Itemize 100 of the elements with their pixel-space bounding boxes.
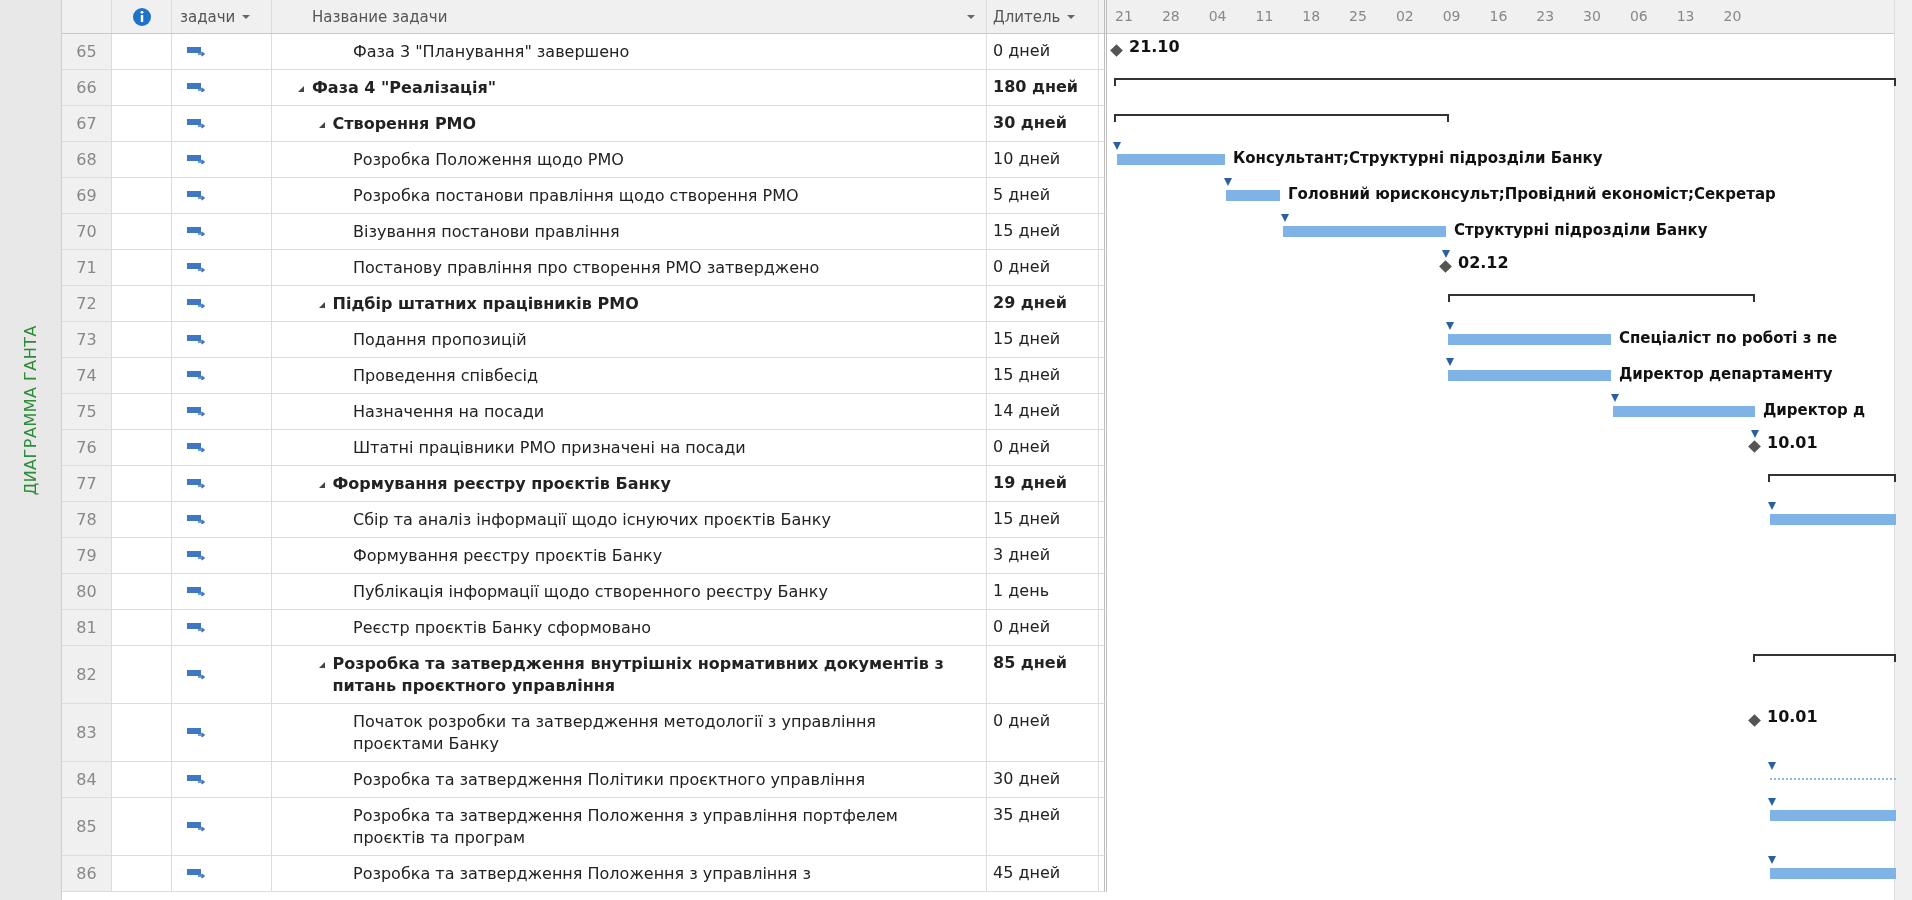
timescale-label: 20 <box>1723 8 1742 24</box>
connector-arrow <box>1768 762 1776 770</box>
task-mode-icon <box>186 819 206 834</box>
task-mode-icon <box>186 368 206 383</box>
timescale-label: 04 <box>1208 8 1227 24</box>
task-duration: 45 дней <box>987 856 1099 892</box>
task-mode-icon <box>186 116 206 131</box>
timescale-label: 09 <box>1442 8 1461 24</box>
timescale-label: 18 <box>1302 8 1321 24</box>
task-mode-icon <box>186 548 206 563</box>
task-mode-icon <box>186 440 206 455</box>
task-duration: 15 дней <box>987 358 1099 394</box>
milestone-date: 10.01 <box>1767 707 1818 726</box>
task-duration: 180 дней <box>987 70 1099 106</box>
timescale-label: 02 <box>1395 8 1414 24</box>
collapse-icon[interactable] <box>297 85 305 93</box>
resource-label: Головний юрисконсульт;Провідний економіст;Секретар <box>1288 185 1776 203</box>
task-mode-icon <box>186 224 206 239</box>
task-duration: 1 день <box>987 574 1099 610</box>
task-mode-icon <box>186 725 206 740</box>
timescale-label: 13 <box>1676 8 1695 24</box>
row-number: 84 <box>62 762 112 798</box>
task-duration: 14 дней <box>987 394 1099 430</box>
task-duration: 0 дней <box>987 34 1099 70</box>
info-icon <box>131 6 152 27</box>
task-name: Розробка та затвердження Положення з управління з <box>353 863 811 885</box>
timescale-label: 25 <box>1349 8 1367 24</box>
row-number: 70 <box>62 214 112 250</box>
task-name: Сбір та аналіз інформації щодо існуючих проєктів Банку <box>353 509 831 531</box>
summary-bar[interactable] <box>1114 78 1896 86</box>
task-name: Фаза 4 "Реалізація" <box>312 77 496 99</box>
task-mode-icon <box>186 80 206 95</box>
task-mode-icon <box>186 866 206 881</box>
timescale-label: 11 <box>1255 8 1274 24</box>
row-number: 76 <box>62 430 112 466</box>
row-number: 80 <box>62 574 112 610</box>
timescale-label: 06 <box>1629 8 1648 24</box>
timescale-label: 30 <box>1583 8 1601 24</box>
task-duration: 15 дней <box>987 322 1099 358</box>
task-duration: 30 дней <box>987 762 1099 798</box>
task-mode-icon <box>186 772 206 787</box>
task-duration: 19 дней <box>987 466 1099 502</box>
row-number: 85 <box>62 798 112 856</box>
resource-label: Директор д <box>1763 401 1866 419</box>
task-name: Створення РМО <box>332 113 477 135</box>
task-mode-icon <box>186 260 206 275</box>
collapse-icon[interactable] <box>317 121 326 129</box>
milestone-date: 02.12 <box>1458 253 1509 272</box>
row-number: 74 <box>62 358 112 394</box>
row-number: 79 <box>62 538 112 574</box>
summary-bar[interactable] <box>1114 114 1449 122</box>
task-duration: 15 дней <box>987 502 1099 538</box>
task-name: Фаза 3 "Планування" завершено <box>353 41 630 63</box>
column-header[interactable]: Название задачи <box>272 0 987 33</box>
task-name: Проведення співбесід <box>353 365 538 387</box>
summary-bar[interactable] <box>1753 654 1896 662</box>
task-duration: 0 дней <box>987 430 1099 466</box>
collapse-icon[interactable] <box>317 661 326 669</box>
timescale-label: 28 <box>1161 8 1180 24</box>
task-mode-icon <box>186 404 206 419</box>
task-duration: 0 дней <box>987 610 1099 646</box>
task-mode-icon <box>186 332 206 347</box>
column-header[interactable]: задачи <box>172 0 272 33</box>
task-name: Формування реєстру проєктів Банку <box>332 473 671 495</box>
row-number: 78 <box>62 502 112 538</box>
task-mode-icon <box>186 152 206 167</box>
task-duration: 5 дней <box>987 178 1099 214</box>
task-name: Назначення на посади <box>353 401 545 423</box>
resource-label: Консультант;Структурні підрозділи Банку <box>1233 149 1603 167</box>
task-name: Формування реєстру проєктів Банку <box>353 545 663 567</box>
task-duration: 15 дней <box>987 214 1099 250</box>
task-mode-icon <box>186 667 206 682</box>
caret-icon <box>241 13 252 20</box>
row-number: 69 <box>62 178 112 214</box>
summary-bar[interactable] <box>1768 474 1896 482</box>
row-number: 71 <box>62 250 112 286</box>
collapse-icon[interactable] <box>317 301 326 309</box>
collapse-icon[interactable] <box>317 481 326 489</box>
row-number: 75 <box>62 394 112 430</box>
scrollbar[interactable] <box>1894 0 1912 900</box>
task-name: Розробка та затвердження Політики проєктного управління <box>353 769 866 791</box>
caret-icon <box>1066 13 1077 20</box>
milestone-date: 10.01 <box>1767 433 1818 452</box>
summary-bar[interactable] <box>1448 294 1755 302</box>
timescale-label: 21 <box>1115 8 1133 24</box>
task-mode-icon <box>186 620 206 635</box>
column-header[interactable]: Длитель <box>987 0 1099 33</box>
row-number: 67 <box>62 106 112 142</box>
task-name: Візування постанови правління <box>353 221 620 243</box>
row-number: 83 <box>62 704 112 762</box>
resource-label: Спеціаліст по роботі з пе <box>1619 329 1838 347</box>
task-duration: 35 дней <box>987 798 1099 856</box>
row-number: 65 <box>62 34 112 70</box>
task-duration: 0 дней <box>987 250 1099 286</box>
row-number: 86 <box>62 856 112 892</box>
timescale-label: 16 <box>1489 8 1508 24</box>
resource-label: Структурні підрозділи Банку <box>1454 221 1708 239</box>
task-duration: 85 дней <box>987 646 1099 704</box>
row-number: 73 <box>62 322 112 358</box>
task-duration: 3 дней <box>987 538 1099 574</box>
